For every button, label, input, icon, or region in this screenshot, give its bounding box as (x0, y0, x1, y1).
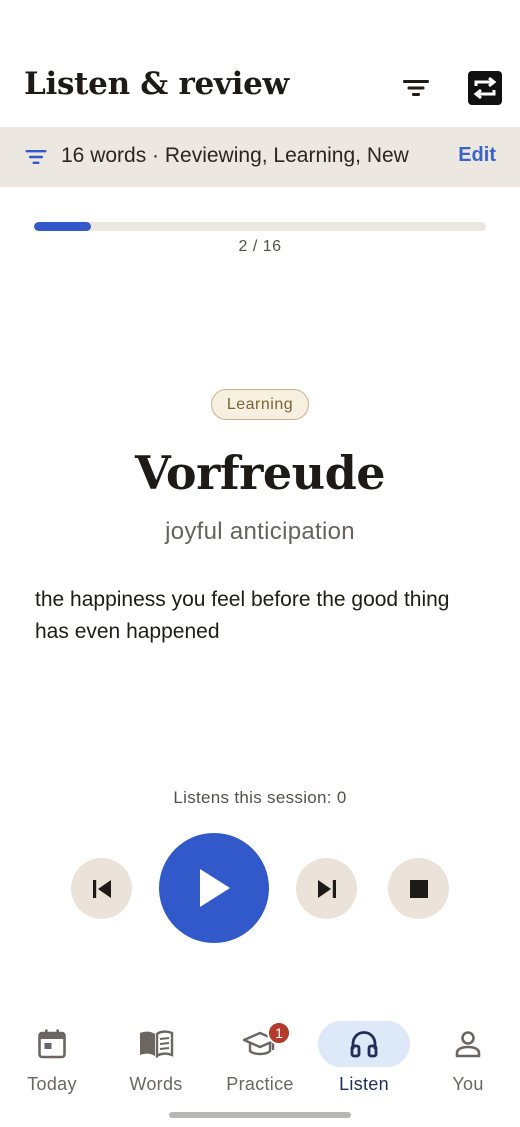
skip-next-icon (317, 879, 336, 898)
nav-label-today: Today (27, 1074, 77, 1094)
page-title: Listen & review (24, 66, 289, 102)
filter-lines-icon (25, 150, 47, 164)
translation-text: joyful anticipation (165, 518, 355, 545)
edit-filter-button[interactable]: Edit (458, 144, 496, 167)
progress-counter: 2 / 16 (238, 238, 282, 255)
calendar-icon (38, 1029, 66, 1059)
nav-item-listen[interactable]: Listen (312, 1012, 416, 1100)
stop-icon (409, 879, 428, 898)
book-icon (140, 1030, 174, 1058)
notification-badge: 1 (267, 1021, 291, 1045)
listens-counter: Listens this session: 0 (173, 788, 347, 807)
nav-item-words[interactable]: Words (104, 1012, 208, 1100)
home-indicator (169, 1112, 351, 1118)
nav-label-listen: Listen (339, 1074, 389, 1094)
word-text: Vorfreude (134, 446, 386, 500)
nav-label-words: Words (129, 1074, 183, 1094)
swap-arrows-icon (468, 71, 502, 105)
filter-summary-text: 16 words · Reviewing, Learning, New (61, 144, 409, 167)
progress-bar (34, 222, 486, 231)
nav-item-today[interactable]: Today (0, 1012, 104, 1100)
filter-button[interactable] (396, 68, 436, 108)
next-button[interactable] (296, 858, 357, 919)
nav-label-practice: Practice (226, 1074, 294, 1094)
listen-review-screen: Listen & review 16 words · Reviewing, Le… (0, 0, 520, 1127)
nav-item-practice[interactable]: 1 Practice (208, 1012, 312, 1100)
headphones-icon (350, 1031, 378, 1058)
filter-summary-bar: 16 words · Reviewing, Learning, New Edit (0, 127, 520, 187)
nav-item-you[interactable]: You (416, 1012, 520, 1100)
play-icon (200, 869, 230, 907)
swap-direction-button[interactable] (465, 68, 505, 108)
definition-text: the happiness you feel before the good t… (35, 588, 450, 643)
filter-lines-icon (403, 80, 429, 96)
bottom-navigation: Today Words 1 Practice Listen You (0, 1012, 520, 1100)
app-header: Listen & review (0, 52, 520, 124)
person-icon (455, 1031, 481, 1058)
nav-label-you: You (452, 1074, 484, 1094)
previous-button[interactable] (71, 858, 132, 919)
skip-previous-icon (92, 879, 111, 898)
play-button[interactable] (159, 833, 269, 943)
stop-button[interactable] (388, 858, 449, 919)
progress-fill (34, 222, 91, 231)
status-badge: Learning (211, 389, 309, 420)
